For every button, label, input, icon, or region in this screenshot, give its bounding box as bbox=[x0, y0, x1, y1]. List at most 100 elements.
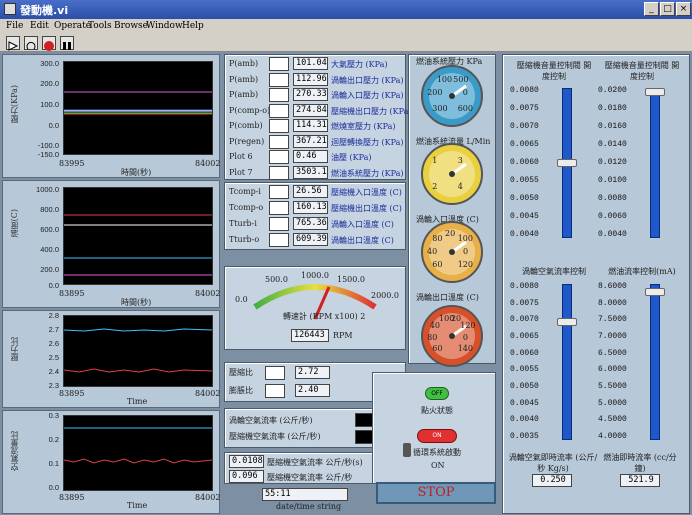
run-continuous-icon[interactable] bbox=[24, 36, 38, 50]
tick: 0.0 bbox=[48, 483, 59, 492]
slider-track[interactable] bbox=[650, 284, 660, 440]
slider-thumb[interactable] bbox=[557, 159, 577, 167]
slider-thumb[interactable] bbox=[645, 288, 665, 297]
pressure-label: 油壓 (KPa) bbox=[331, 153, 372, 162]
fuel-flow-readout-label: 燃油即時流率 (cc/分鐘) bbox=[603, 453, 677, 473]
slider-tick: 0.0040 bbox=[510, 230, 539, 239]
slider-tick: 0.0065 bbox=[510, 332, 539, 341]
chart-icon bbox=[269, 150, 289, 164]
pressure-label: 大氣壓力 (KPa) bbox=[331, 60, 388, 69]
pressure-value: 3503.1 bbox=[293, 165, 328, 179]
rpm-value: 126443 bbox=[291, 329, 329, 342]
pressure-value: 101.04 bbox=[293, 57, 328, 70]
menu-help[interactable]: Help bbox=[182, 21, 204, 31]
menu-browse[interactable]: Browse bbox=[114, 21, 148, 31]
gauge-tick: 40 bbox=[427, 247, 438, 256]
window-title: 發動機.vi bbox=[20, 4, 69, 17]
run-arrow-icon[interactable] bbox=[6, 36, 20, 51]
air-flow-readout-value: 0.250 bbox=[532, 474, 572, 487]
slider-tick: 0.0050 bbox=[510, 382, 539, 391]
slider-tick: 0.0045 bbox=[510, 398, 539, 408]
menu-window[interactable]: Window bbox=[146, 21, 183, 31]
slider-track[interactable] bbox=[562, 284, 572, 440]
pressure-tag: P(amb) bbox=[229, 90, 259, 99]
slider-tick: 8.0000 bbox=[598, 298, 627, 308]
minimize-button[interactable]: _ bbox=[644, 2, 659, 16]
gauge-title: 渦輪出口溫度 (C) bbox=[416, 293, 479, 302]
slider-thumb[interactable] bbox=[645, 88, 665, 96]
chart-icon bbox=[269, 88, 289, 102]
pressure-label: 迴壓轉換壓力 (KPa) bbox=[331, 137, 404, 147]
flow-ylabel: 空氣流量比 bbox=[10, 431, 19, 471]
flow-label: 壓縮機空氣流率 公斤/秒(s) bbox=[267, 458, 363, 467]
slider-tick: 5.0000 bbox=[598, 398, 627, 408]
stop-button[interactable]: STOP bbox=[376, 482, 496, 504]
starter-button[interactable]: ON bbox=[417, 429, 457, 443]
temp-tag: Tturb-i bbox=[229, 219, 257, 228]
pressure-plot bbox=[63, 61, 213, 155]
slider-thumb[interactable] bbox=[557, 318, 577, 327]
tick: 300.0 bbox=[40, 59, 59, 68]
xmin-label: 83895 bbox=[59, 389, 85, 398]
slider-tick: 0.0060 bbox=[510, 348, 539, 358]
slider-tick: 0.0080 bbox=[598, 194, 627, 203]
menu-operate[interactable]: Operate bbox=[54, 21, 91, 31]
xmin-label: 83995 bbox=[59, 159, 85, 168]
maximize-button[interactable]: □ bbox=[660, 2, 675, 16]
fuel-flow-readout-value: 521.9 bbox=[620, 474, 660, 487]
gauge-tick: 300 bbox=[432, 103, 448, 113]
menu-edit[interactable]: Edit bbox=[30, 21, 49, 31]
menu-tools[interactable]: Tools bbox=[88, 21, 112, 31]
chart-icon bbox=[265, 366, 285, 380]
abort-icon[interactable] bbox=[42, 36, 56, 51]
pressure-tag: P(amb) bbox=[229, 74, 259, 84]
ignition-label: 點火狀態 bbox=[421, 406, 453, 415]
chart-icon bbox=[269, 134, 289, 149]
temp-value: 765.36 bbox=[293, 217, 328, 230]
xmax-label: 84002 bbox=[195, 389, 221, 398]
slider-tick: 0.0045 bbox=[510, 212, 539, 221]
compression-ratio-value: 2.72 bbox=[295, 366, 330, 379]
slider-tick: 0.0055 bbox=[510, 176, 539, 185]
toggle-switch[interactable] bbox=[403, 443, 411, 457]
slider-tick: 0.0120 bbox=[598, 158, 627, 167]
slider-tick: 0.0065 bbox=[510, 140, 539, 149]
xmax-label: 84002 bbox=[195, 159, 221, 168]
slider-title: 壓縮機音量控制閥 開度控制 bbox=[516, 61, 592, 81]
pressure-tag: Plot 6 bbox=[229, 152, 253, 161]
temp-value: 26.56 bbox=[293, 185, 328, 198]
slider-tick: 4.5000 bbox=[598, 415, 627, 425]
ignition-indicator: OFF bbox=[425, 387, 449, 400]
pause-icon[interactable] bbox=[60, 36, 74, 50]
slider-track[interactable] bbox=[650, 88, 660, 238]
slider-tick: 0.0070 bbox=[510, 122, 539, 131]
menu-file[interactable]: File bbox=[6, 21, 23, 31]
tick: 0.0 bbox=[48, 121, 59, 130]
rpm-tick: 2000.0 bbox=[371, 291, 399, 300]
close-button[interactable]: × bbox=[676, 2, 691, 16]
temperature-plot-panel: 1000.0 800.0 600.0 400.0 200.0 0.0 溫度(C)… bbox=[2, 180, 220, 308]
xlabel: 時間(秒) bbox=[121, 168, 152, 177]
chart-icon bbox=[269, 185, 289, 199]
xmin-label: 83895 bbox=[59, 493, 85, 502]
gauge-tick: 0 bbox=[462, 333, 468, 342]
gauge-tick: 600 bbox=[457, 103, 473, 113]
gauge-tick: 2 bbox=[432, 181, 438, 191]
flow-plot-panel: 0.3 0.2 0.1 0.0 空氣流量比 83895 84002 Time bbox=[2, 410, 220, 514]
gauge-tick: 500 bbox=[453, 74, 469, 84]
temperature-plot bbox=[63, 187, 213, 285]
tick: 2.7 bbox=[48, 325, 59, 334]
pressure-tag: P(comp-o) bbox=[229, 105, 271, 115]
pressure-tag: Plot 7 bbox=[229, 167, 253, 177]
ratio-plot bbox=[63, 315, 213, 387]
tick: 800.0 bbox=[40, 205, 59, 214]
flow-plot bbox=[63, 415, 213, 491]
xmax-label: 84002 bbox=[195, 493, 221, 502]
xmin-label: 83895 bbox=[59, 289, 85, 298]
rpm-unit: RPM bbox=[333, 331, 353, 340]
temp-value: 160.13 bbox=[293, 201, 328, 214]
slider-tick: 0.0060 bbox=[510, 158, 539, 167]
on-label: ON bbox=[431, 461, 445, 470]
slider-tick: 4.0000 bbox=[598, 432, 627, 441]
rpm-tick: 1000.0 bbox=[301, 271, 329, 280]
